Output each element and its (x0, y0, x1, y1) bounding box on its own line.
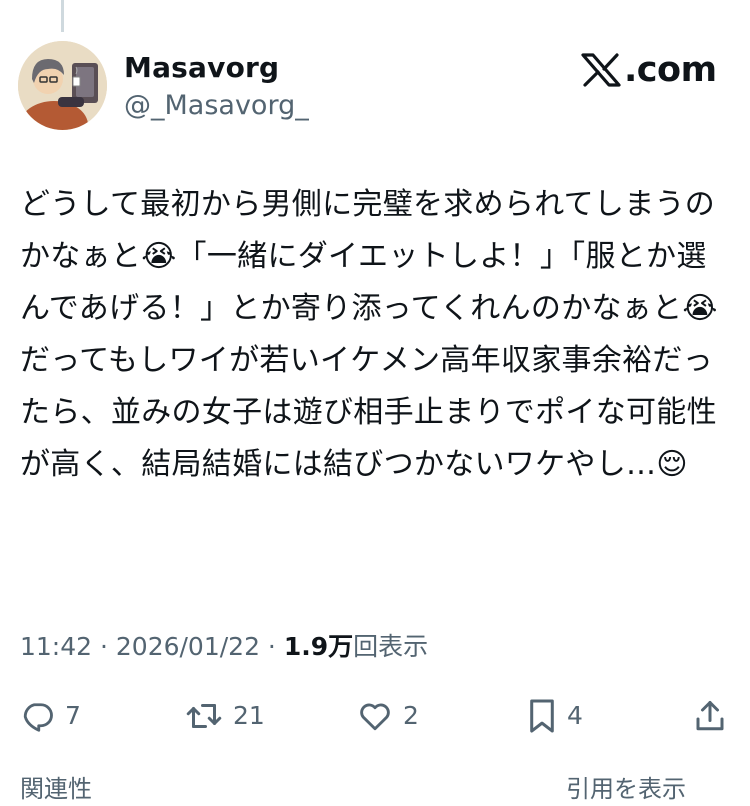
retweet-button[interactable]: 21 (184, 696, 265, 736)
avatar[interactable] (18, 41, 107, 130)
brand-text: .com (624, 50, 717, 90)
reply-count: 7 (65, 701, 81, 730)
thread-connector-line (61, 0, 64, 32)
share-button[interactable] (692, 696, 728, 736)
view-quotes-link[interactable]: 引用を表示 (566, 772, 686, 806)
like-count: 2 (403, 701, 419, 730)
reply-button[interactable]: 7 (20, 696, 81, 736)
post-date[interactable]: 2026/01/22 (116, 632, 260, 661)
heart-icon (360, 703, 390, 731)
share-icon (696, 701, 724, 731)
retweet-icon (186, 704, 222, 728)
bookmark-count: 4 (567, 701, 583, 730)
avatar-illustration (18, 41, 107, 130)
brand-link[interactable]: .com (579, 50, 717, 90)
reply-icon (23, 703, 53, 732)
author-handle[interactable]: @_Masavorg_ (124, 89, 309, 123)
bookmark-button[interactable]: 4 (526, 696, 583, 736)
post-meta: 11:42 · 2026/01/22 · 1.9万回表示 (20, 630, 428, 664)
action-bar: 7 21 2 4 (0, 696, 750, 736)
author-name[interactable]: Masavorg (124, 50, 279, 86)
post-text: どうして最初から男側に完璧を求められてしまうのかなぁと😭「一緒にダイエットしよ！… (20, 187, 718, 482)
meta-separator: · (259, 632, 284, 661)
meta-separator: · (92, 632, 116, 661)
views-count: 1.9万 (283, 632, 354, 661)
post-time[interactable]: 11:42 (20, 632, 92, 661)
x-logo-icon (581, 53, 621, 87)
retweet-count: 21 (233, 701, 265, 730)
bookmark-icon (530, 699, 554, 733)
like-button[interactable]: 2 (356, 696, 419, 736)
related-link[interactable]: 関連性 (20, 772, 92, 806)
views-label: 回表示 (353, 632, 429, 661)
